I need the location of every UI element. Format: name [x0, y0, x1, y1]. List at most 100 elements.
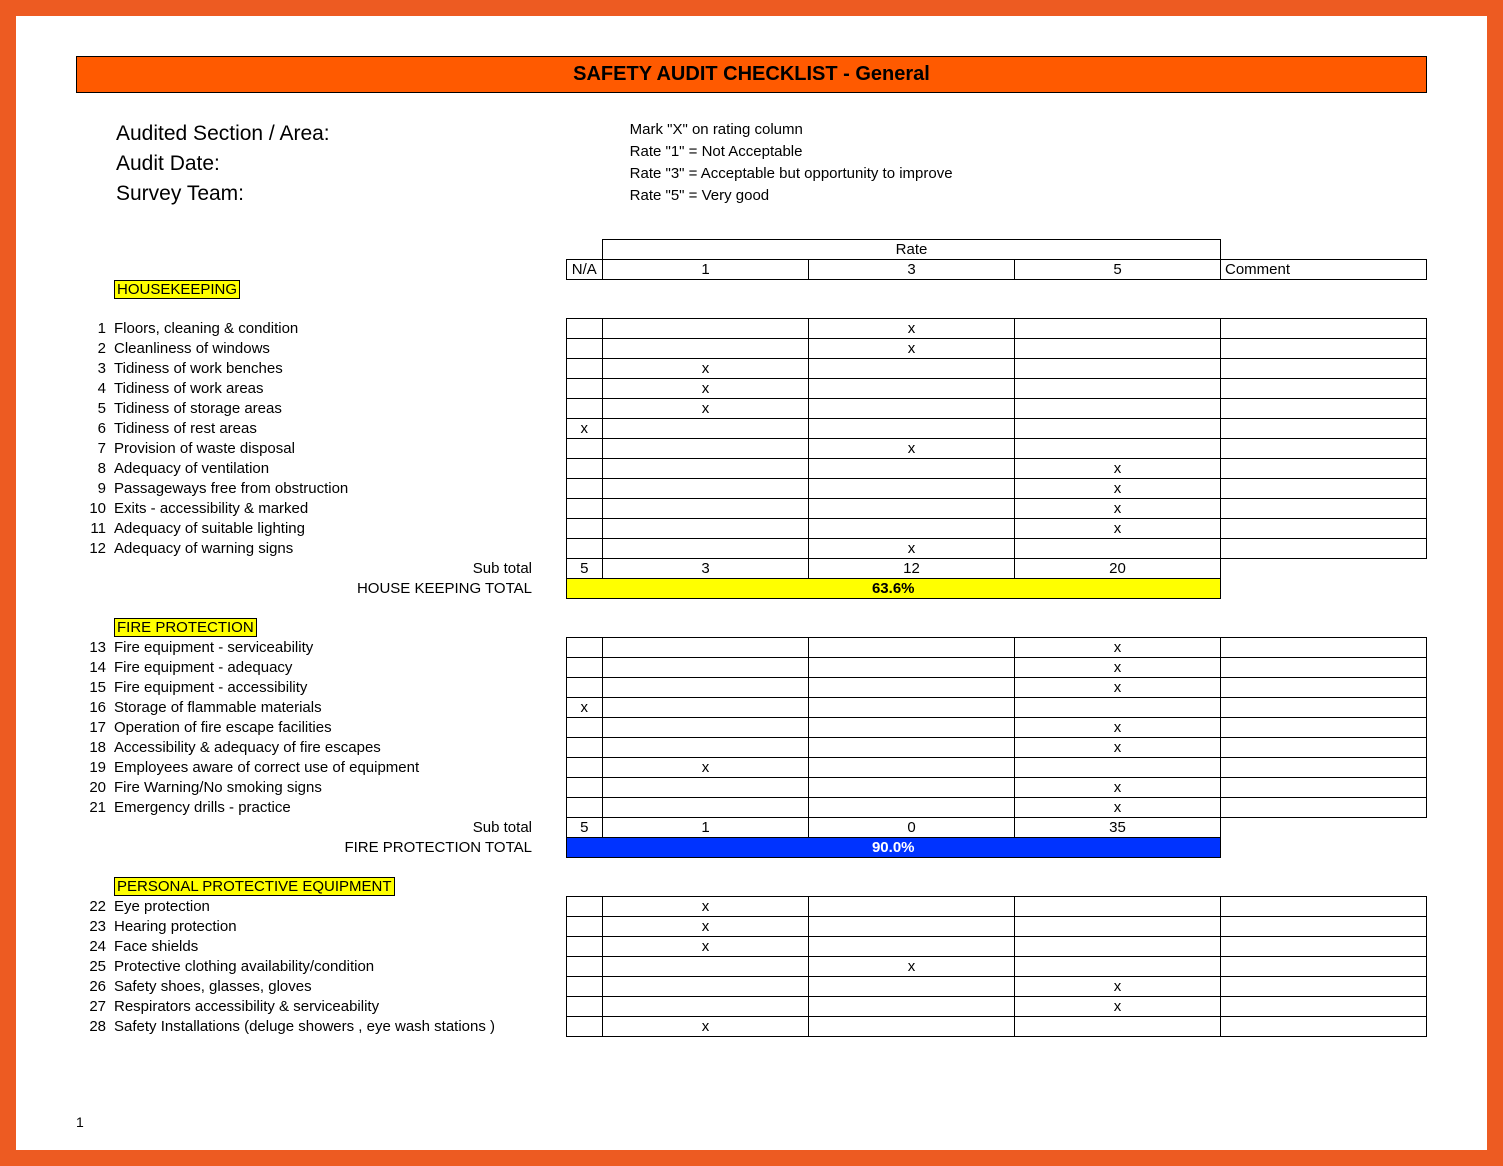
comment-cell[interactable] [1221, 917, 1427, 937]
rate-cell-c1[interactable] [603, 798, 809, 818]
rate-cell-c3[interactable]: x [809, 439, 1015, 459]
rate-cell-c1[interactable]: x [603, 379, 809, 399]
comment-cell[interactable] [1221, 897, 1427, 917]
comment-cell[interactable] [1221, 937, 1427, 957]
comment-cell[interactable] [1221, 419, 1427, 439]
rate-cell-c1[interactable]: x [603, 1017, 809, 1037]
rate-cell-c3[interactable] [809, 798, 1015, 818]
rate-cell-c5[interactable]: x [1015, 658, 1221, 678]
rate-cell-c5[interactable] [1015, 319, 1221, 339]
comment-cell[interactable] [1221, 778, 1427, 798]
rate-cell-na[interactable] [566, 638, 603, 658]
rate-cell-c5[interactable] [1015, 917, 1221, 937]
rate-cell-c3[interactable] [809, 359, 1015, 379]
rate-cell-c1[interactable] [603, 678, 809, 698]
rate-cell-na[interactable] [566, 957, 603, 977]
rate-cell-na[interactable] [566, 778, 603, 798]
rate-cell-na[interactable] [566, 798, 603, 818]
comment-cell[interactable] [1221, 459, 1427, 479]
rate-cell-na[interactable] [566, 459, 603, 479]
rate-cell-c5[interactable]: x [1015, 459, 1221, 479]
rate-cell-c1[interactable] [603, 479, 809, 499]
comment-cell[interactable] [1221, 798, 1427, 818]
rate-cell-c5[interactable] [1015, 1017, 1221, 1037]
rate-cell-c1[interactable] [603, 519, 809, 539]
rate-cell-c1[interactable]: x [603, 758, 809, 778]
rate-cell-c1[interactable]: x [603, 897, 809, 917]
rate-cell-c3[interactable] [809, 678, 1015, 698]
rate-cell-c3[interactable] [809, 419, 1015, 439]
rate-cell-c1[interactable] [603, 658, 809, 678]
rate-cell-c5[interactable]: x [1015, 997, 1221, 1017]
rate-cell-c5[interactable]: x [1015, 977, 1221, 997]
rate-cell-c5[interactable]: x [1015, 778, 1221, 798]
rate-cell-c3[interactable] [809, 718, 1015, 738]
rate-cell-c5[interactable]: x [1015, 738, 1221, 758]
rate-cell-c3[interactable] [809, 738, 1015, 758]
comment-cell[interactable] [1221, 658, 1427, 678]
rate-cell-c3[interactable] [809, 399, 1015, 419]
rate-cell-c1[interactable] [603, 957, 809, 977]
rate-cell-c3[interactable] [809, 698, 1015, 718]
rate-cell-c5[interactable] [1015, 439, 1221, 459]
comment-cell[interactable] [1221, 499, 1427, 519]
rate-cell-c5[interactable]: x [1015, 519, 1221, 539]
rate-cell-na[interactable] [566, 1017, 603, 1037]
rate-cell-c3[interactable] [809, 1017, 1015, 1037]
rate-cell-c5[interactable]: x [1015, 479, 1221, 499]
comment-cell[interactable] [1221, 359, 1427, 379]
rate-cell-na[interactable] [566, 499, 603, 519]
rate-cell-c1[interactable] [603, 419, 809, 439]
rate-cell-c5[interactable] [1015, 698, 1221, 718]
comment-cell[interactable] [1221, 758, 1427, 778]
comment-cell[interactable] [1221, 339, 1427, 359]
comment-cell[interactable] [1221, 319, 1427, 339]
rate-cell-c5[interactable] [1015, 539, 1221, 559]
rate-cell-c3[interactable] [809, 778, 1015, 798]
rate-cell-c5[interactable] [1015, 897, 1221, 917]
rate-cell-c3[interactable] [809, 758, 1015, 778]
rate-cell-c3[interactable]: x [809, 319, 1015, 339]
rate-cell-c3[interactable] [809, 519, 1015, 539]
rate-cell-na[interactable] [566, 339, 603, 359]
rate-cell-c3[interactable] [809, 658, 1015, 678]
rate-cell-na[interactable] [566, 718, 603, 738]
comment-cell[interactable] [1221, 479, 1427, 499]
comment-cell[interactable] [1221, 379, 1427, 399]
comment-cell[interactable] [1221, 718, 1427, 738]
rate-cell-c3[interactable] [809, 499, 1015, 519]
rate-cell-na[interactable] [566, 897, 603, 917]
comment-cell[interactable] [1221, 519, 1427, 539]
rate-cell-c5[interactable]: x [1015, 678, 1221, 698]
rate-cell-c1[interactable] [603, 718, 809, 738]
comment-cell[interactable] [1221, 957, 1427, 977]
comment-cell[interactable] [1221, 638, 1427, 658]
comment-cell[interactable] [1221, 977, 1427, 997]
rate-cell-c3[interactable]: x [809, 957, 1015, 977]
rate-cell-c3[interactable] [809, 379, 1015, 399]
rate-cell-c1[interactable] [603, 499, 809, 519]
rate-cell-c1[interactable] [603, 638, 809, 658]
rate-cell-na[interactable] [566, 917, 603, 937]
rate-cell-c5[interactable] [1015, 399, 1221, 419]
rate-cell-c3[interactable] [809, 917, 1015, 937]
rate-cell-c5[interactable] [1015, 359, 1221, 379]
rate-cell-na[interactable] [566, 539, 603, 559]
rate-cell-c3[interactable] [809, 479, 1015, 499]
rate-cell-na[interactable] [566, 658, 603, 678]
rate-cell-na[interactable] [566, 399, 603, 419]
rate-cell-c5[interactable] [1015, 419, 1221, 439]
rate-cell-na[interactable] [566, 997, 603, 1017]
rate-cell-na[interactable] [566, 678, 603, 698]
rate-cell-c3[interactable] [809, 937, 1015, 957]
rate-cell-c1[interactable] [603, 339, 809, 359]
rate-cell-na[interactable] [566, 519, 603, 539]
rate-cell-c1[interactable]: x [603, 937, 809, 957]
rate-cell-c1[interactable]: x [603, 917, 809, 937]
rate-cell-na[interactable] [566, 937, 603, 957]
rate-cell-c5[interactable]: x [1015, 798, 1221, 818]
rate-cell-c5[interactable]: x [1015, 638, 1221, 658]
rate-cell-c1[interactable]: x [603, 359, 809, 379]
rate-cell-c1[interactable] [603, 439, 809, 459]
comment-cell[interactable] [1221, 997, 1427, 1017]
